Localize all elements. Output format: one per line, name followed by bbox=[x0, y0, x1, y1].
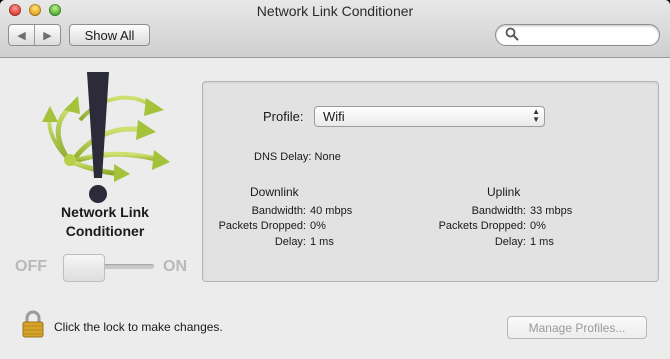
downlink-delay-value: 1 ms bbox=[310, 236, 334, 248]
profile-popup[interactable]: Wifi ▲ ▼ bbox=[314, 106, 545, 127]
uplink-heading: Uplink bbox=[487, 185, 521, 199]
dns-delay-value: None bbox=[314, 151, 341, 163]
network-link-conditioner-logo-icon bbox=[42, 72, 170, 203]
titlebar: Network Link Conditioner ◀ ▶ Show All bbox=[0, 0, 670, 58]
app-name-line1: Network Link bbox=[61, 204, 149, 220]
search-input[interactable] bbox=[520, 26, 654, 44]
lock-instruction: Click the lock to make changes. bbox=[54, 320, 223, 334]
search-icon bbox=[505, 27, 519, 41]
manage-profiles-button[interactable]: Manage Profiles... bbox=[507, 316, 647, 339]
uplink-delay-value: 1 ms bbox=[530, 236, 554, 248]
preferences-window: Network Link Conditioner ◀ ▶ Show All Ne… bbox=[0, 0, 670, 359]
app-name: Network Link Conditioner bbox=[30, 203, 180, 241]
uplink-bandwidth-value: 33 mbps bbox=[530, 205, 573, 217]
downlink-packets-label: Packets Dropped: bbox=[218, 220, 306, 232]
off-label: OFF bbox=[15, 258, 47, 275]
dns-delay-row: DNS Delay: None bbox=[254, 151, 341, 163]
back-button[interactable]: ◀ bbox=[9, 25, 34, 45]
back-arrow-icon: ◀ bbox=[17, 29, 26, 42]
nav-segmented-control: ◀ ▶ bbox=[8, 24, 61, 46]
on-label: ON bbox=[163, 258, 187, 275]
downlink-delay-label: Delay: bbox=[274, 236, 306, 248]
uplink-bandwidth-label: Bandwidth: bbox=[471, 205, 526, 217]
downlink-bandwidth-value: 40 mbps bbox=[310, 205, 353, 217]
uplink-packets-value: 0% bbox=[530, 220, 546, 232]
forward-button[interactable]: ▶ bbox=[34, 25, 60, 45]
uplink-delay-label: Delay: bbox=[494, 236, 526, 248]
show-all-button[interactable]: Show All bbox=[69, 24, 150, 46]
dns-delay-label: DNS Delay: bbox=[254, 151, 312, 163]
downlink-bandwidth-label: Bandwidth: bbox=[251, 205, 306, 217]
app-name-line2: Conditioner bbox=[65, 223, 145, 239]
forward-arrow-icon: ▶ bbox=[43, 29, 52, 42]
downlink-heading: Downlink bbox=[250, 185, 299, 199]
toggle-knob[interactable] bbox=[63, 254, 105, 282]
search-field[interactable] bbox=[495, 24, 660, 46]
lock-icon[interactable] bbox=[22, 310, 44, 338]
profile-label: Profile: bbox=[263, 109, 304, 124]
uplink-packets-label: Packets Dropped: bbox=[438, 220, 526, 232]
profile-selected-value: Wifi bbox=[323, 109, 345, 124]
window-title: Network Link Conditioner bbox=[256, 3, 414, 19]
downlink-packets-value: 0% bbox=[310, 220, 326, 232]
popup-arrows-icon: ▲ ▼ bbox=[532, 107, 540, 124]
